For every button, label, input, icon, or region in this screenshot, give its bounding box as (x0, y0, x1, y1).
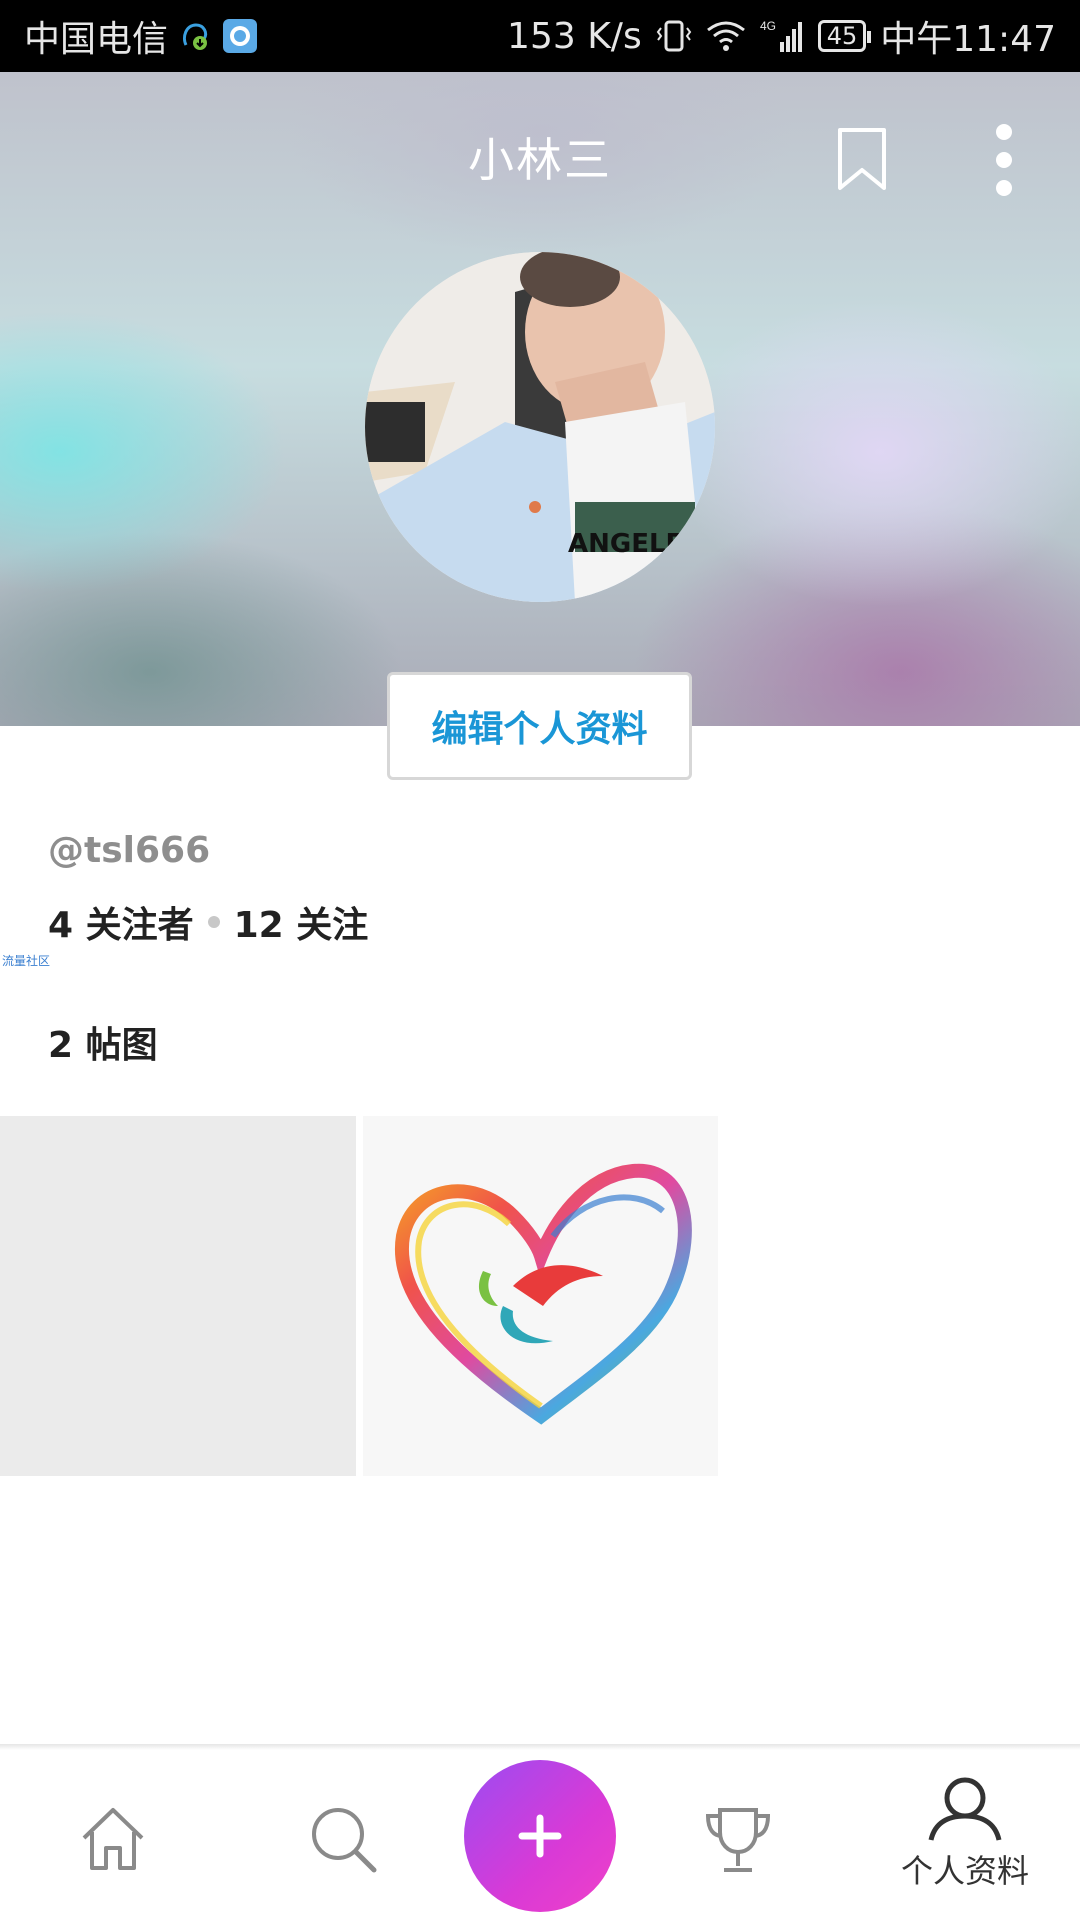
more-vertical-icon (996, 124, 1012, 196)
trophy-icon (705, 1808, 771, 1872)
avatar-photo: ANGELES (365, 252, 715, 602)
nav-profile[interactable]: 个人资料 (890, 1776, 1040, 1892)
vibrate-icon (656, 18, 692, 54)
wifi-icon (706, 20, 746, 52)
post-thumbnail-2[interactable] (363, 1116, 718, 1476)
profile-header: 小林三 ANGELES (0, 72, 1080, 726)
cellular-signal-icon: 4G (760, 18, 804, 54)
nav-leaderboard[interactable] (702, 1804, 774, 1876)
edit-profile-button[interactable]: 编辑个人资料 (387, 672, 692, 780)
more-options-button[interactable] (986, 122, 1022, 198)
profile-icon (928, 1777, 1002, 1841)
clock: 中午11:47 (880, 19, 1056, 60)
create-post-button[interactable] (464, 1760, 616, 1912)
posts-count: 2 帖图 (48, 1025, 158, 1066)
svg-text:4G: 4G (760, 19, 776, 33)
status-bar: 中国电信 153 K/s 4G 45 中午11:47 (0, 0, 1080, 72)
followers-link[interactable]: 4 关注者 (48, 896, 194, 948)
status-right: 153 K/s 4G 45 中午11:47 (507, 10, 1056, 62)
username: @tsl666 (48, 830, 211, 871)
avatar[interactable]: ANGELES (365, 252, 715, 602)
separator-dot (207, 916, 220, 928)
app-notification-icon (222, 18, 258, 54)
following-link[interactable]: 12 关注 (234, 896, 369, 948)
status-left: 中国电信 (24, 10, 258, 62)
nav-profile-label: 个人资料 (900, 1852, 1029, 1890)
nav-home[interactable] (78, 1804, 148, 1874)
plus-icon (518, 1814, 562, 1858)
bookmark-button[interactable] (834, 126, 890, 192)
nav-search[interactable] (308, 1804, 378, 1874)
bookmark-icon (838, 128, 886, 190)
follow-stats: 4 关注者 12 关注 (48, 896, 368, 948)
bottom-nav: 个人资料 (0, 1750, 1080, 1920)
watermark-text: 流量社区 (2, 954, 51, 968)
home-icon (82, 1808, 144, 1870)
rainbow-heart-image (363, 1116, 718, 1476)
post-thumbnail-1[interactable] (0, 1116, 356, 1476)
network-speed: 153 K/s (507, 15, 642, 57)
profile-title: 小林三 (468, 133, 612, 187)
battery-icon: 45 (817, 20, 871, 52)
svg-text:ANGELES: ANGELES (568, 529, 702, 559)
download-notification-icon (178, 19, 212, 53)
carrier-name: 中国电信 (24, 19, 169, 60)
search-icon (312, 1808, 377, 1873)
